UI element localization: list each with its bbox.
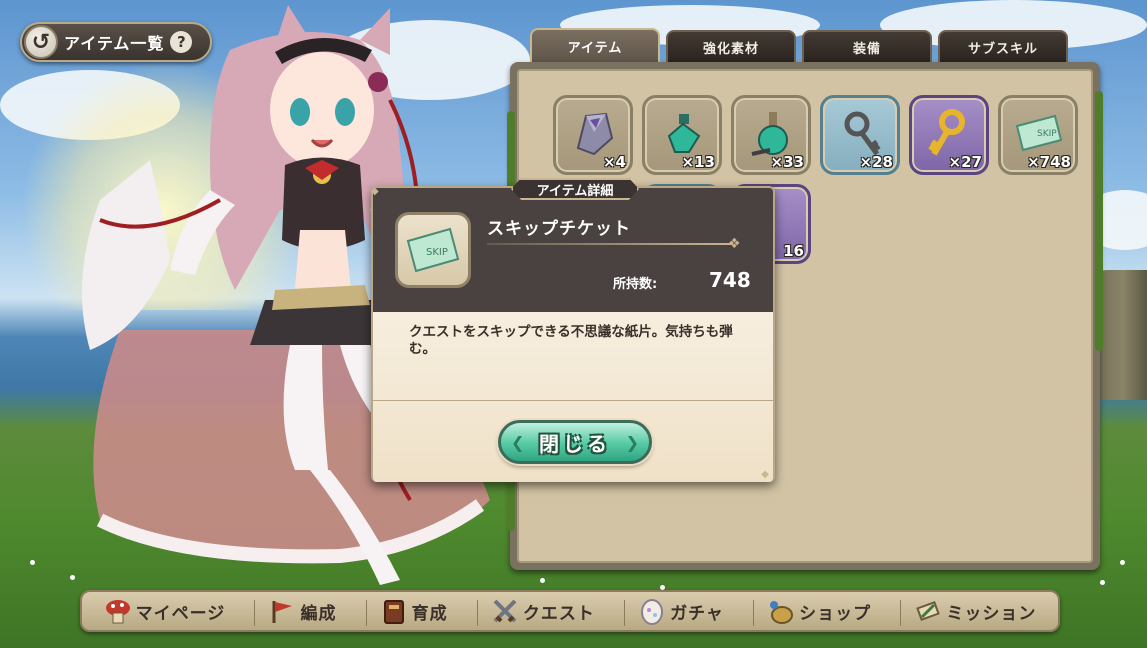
svg-text:SKIP: SKIP bbox=[426, 247, 448, 258]
crossed-swords-icon bbox=[491, 597, 519, 625]
tab-sub-skills[interactable]: サブスキル bbox=[938, 30, 1068, 62]
modal-body: クエストをスキップできる不思議な紙片。気持ちも弾む。 ❮ 閉じる ❯ ◆ bbox=[373, 312, 773, 482]
corner-ornament-icon: ◆ bbox=[761, 469, 769, 480]
item-slot[interactable]: ×27 bbox=[909, 95, 989, 175]
close-button[interactable]: ❮ 閉じる ❯ bbox=[498, 420, 652, 464]
scroll-icon bbox=[914, 597, 942, 625]
chevron-left-icon: ❮ bbox=[511, 432, 525, 452]
category-tabs: アイテム 強化素材 装備 サブスキル bbox=[530, 28, 1068, 62]
coin-bag-icon bbox=[767, 597, 795, 625]
modal-item-icon-frame: SKIP bbox=[395, 212, 471, 288]
tab-items[interactable]: アイテム bbox=[530, 28, 660, 62]
nav-training[interactable]: 育成 bbox=[365, 592, 454, 630]
nav-gacha[interactable]: ガチャ bbox=[624, 592, 730, 630]
nav-formation[interactable]: 編成 bbox=[254, 592, 342, 630]
tab-enhance-materials[interactable]: 強化素材 bbox=[666, 30, 796, 62]
help-icon[interactable]: ? bbox=[170, 31, 193, 53]
mushroom-house-icon bbox=[104, 597, 132, 625]
item-slot[interactable]: ×13 bbox=[642, 95, 722, 175]
tab-equipment[interactable]: 装備 bbox=[802, 30, 932, 62]
divider bbox=[487, 243, 733, 245]
item-slot[interactable]: ×28 bbox=[820, 95, 900, 175]
ornament-icon: ❖ bbox=[728, 236, 741, 252]
modal-title: アイテム詳細 bbox=[511, 178, 639, 200]
flower bbox=[1100, 580, 1105, 585]
nav-shop[interactable]: ショップ bbox=[753, 592, 877, 630]
skip-ticket-icon: SKIP bbox=[406, 227, 460, 273]
flower bbox=[30, 560, 35, 565]
screen-title: アイテム一覧 bbox=[64, 34, 165, 53]
flag-icon bbox=[268, 597, 296, 625]
flower bbox=[1120, 560, 1125, 565]
item-description: クエストをスキップできる不思議な紙片。気持ちも弾む。 bbox=[409, 324, 733, 357]
item-name: スキップチケット bbox=[487, 219, 631, 239]
modal-header: SKIP スキップチケット ❖ 所持数: 748 bbox=[373, 188, 773, 312]
egg-icon bbox=[638, 597, 666, 625]
item-slot[interactable]: ×4 bbox=[553, 95, 633, 175]
chevron-right-icon: ❯ bbox=[625, 432, 639, 452]
divider bbox=[373, 400, 773, 401]
nav-mission[interactable]: ミッション bbox=[900, 592, 1042, 630]
vine-decoration bbox=[1095, 91, 1103, 351]
item-slot[interactable]: SKIP ×748 bbox=[998, 95, 1078, 175]
corner-ornament-icon: ◆ bbox=[371, 186, 379, 197]
nav-quest[interactable]: クエスト bbox=[476, 592, 601, 630]
nav-my-page[interactable]: マイページ bbox=[98, 592, 232, 630]
book-icon bbox=[380, 597, 408, 625]
back-arrow-icon: ↺ bbox=[24, 25, 58, 59]
owned-count-label: 所持数: bbox=[613, 277, 658, 292]
item-detail-modal: SKIP スキップチケット ❖ 所持数: 748 アイテム詳細 クエストをスキッ… bbox=[371, 178, 775, 482]
owned-count-value: 748 bbox=[709, 268, 751, 292]
bottom-navigation: マイページ 編成 育成 クエスト ガチャ ショップ ミッション bbox=[80, 590, 1060, 632]
flower bbox=[540, 578, 545, 583]
svg-text:SKIP: SKIP bbox=[1037, 129, 1057, 139]
item-grid: ×4 ×13 ×33 ×28 ×27 SKIP ×748 bbox=[553, 95, 1078, 175]
item-slot[interactable]: ×33 bbox=[731, 95, 811, 175]
back-button[interactable]: ↺ アイテム一覧 ? bbox=[20, 22, 212, 62]
